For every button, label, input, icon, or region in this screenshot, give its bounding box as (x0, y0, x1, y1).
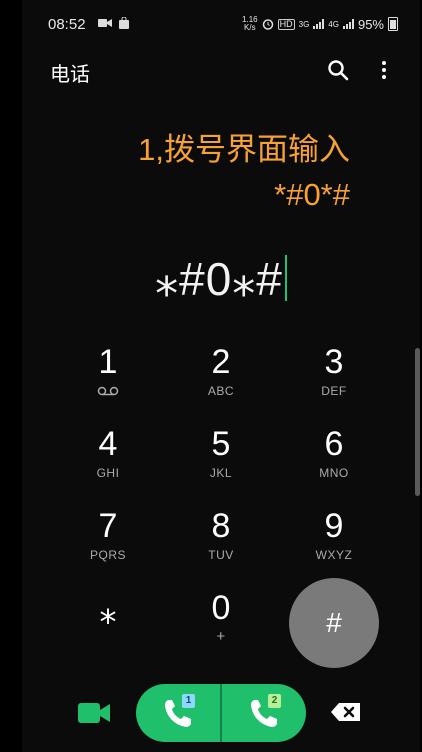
scroll-handle[interactable] (415, 348, 420, 496)
annotation-line-2: *#0*# (274, 177, 350, 212)
call-sim2-button[interactable]: 2 (222, 684, 306, 742)
signal-1-icon (313, 19, 325, 29)
sim-1-badge: 1 (182, 694, 195, 708)
bottom-action-bar: 1 2 (22, 684, 420, 742)
key-1[interactable]: 1 (58, 338, 158, 416)
status-time: 08:52 (48, 16, 86, 33)
signal-2-icon (342, 19, 354, 29)
dialed-number: ⁎#0⁎# (155, 253, 283, 305)
key-4[interactable]: 4 GHI (58, 420, 158, 498)
more-options-icon[interactable] (376, 58, 392, 82)
call-buttons: 1 2 (136, 684, 306, 742)
battery-icon (388, 17, 398, 31)
battery-percent: 95% (357, 16, 384, 32)
annotation-line-1: 1,拨号界面输入 (138, 132, 350, 167)
text-cursor (284, 255, 287, 301)
key-5[interactable]: 5 JKL (171, 420, 271, 498)
annotation-text: 1,拨号界面输入 *#0*# (138, 127, 350, 217)
key-2[interactable]: 2 ABC (171, 338, 271, 416)
key-9[interactable]: 9 WXYZ (284, 502, 384, 580)
call-sim1-button[interactable]: 1 (136, 684, 220, 742)
net-speed: 1.16 K/s (242, 15, 258, 32)
key-6[interactable]: 6 MNO (284, 420, 384, 498)
key-3[interactable]: 3 DEF (284, 338, 384, 416)
phone-screen: 08:52 1.16 K/s HD 3G 4G 95% 电话 1,拨号界面输入 … (22, 0, 420, 752)
status-bar: 08:52 1.16 K/s HD 3G 4G 95% (22, 10, 420, 38)
hd-badge: HD (277, 18, 295, 30)
alarm-icon (262, 19, 273, 30)
key-star[interactable]: ⁎ (58, 588, 158, 666)
video-call-icon[interactable] (76, 700, 112, 726)
key-0[interactable]: 0 + (171, 584, 271, 662)
search-icon[interactable] (326, 58, 350, 82)
bag-notification-icon (119, 17, 129, 29)
dialed-number-field[interactable]: ⁎#0⁎# (22, 252, 420, 306)
key-8[interactable]: 8 TUV (171, 502, 271, 580)
signal-1-label: 3G (298, 19, 310, 29)
sim-2-badge: 2 (268, 694, 281, 708)
page-title: 电话 (50, 64, 90, 86)
key-7[interactable]: 7 PQRS (58, 502, 158, 580)
key-hash[interactable]: # (289, 578, 379, 668)
app-bar: 电话 (22, 54, 420, 86)
video-notification-icon (98, 19, 112, 27)
backspace-icon[interactable] (330, 701, 362, 723)
signal-2-label: 4G (328, 19, 339, 29)
voicemail-icon (97, 386, 119, 396)
